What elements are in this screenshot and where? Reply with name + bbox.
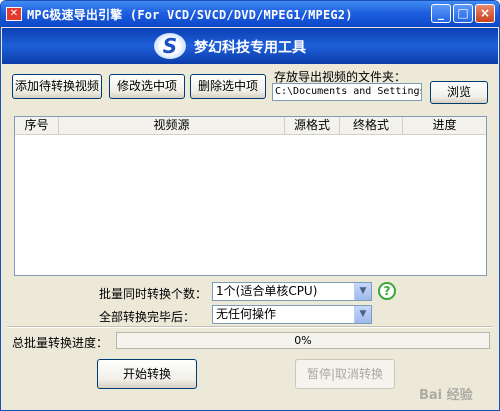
edit-selected-button[interactable]: 修改选中项	[109, 74, 185, 99]
concurrent-count-label: 批量同时转换个数：	[99, 287, 208, 301]
main-window: ✕ MPG极速导出引擎 (For VCD/SVCD/DVD/MPEG1/MPEG…	[0, 0, 500, 411]
s-logo-icon: S	[154, 33, 186, 59]
total-progress-label: 总批量转换进度：	[12, 336, 109, 350]
divider	[7, 326, 493, 328]
total-progress-bar: 0%	[116, 332, 490, 349]
minimize-button[interactable]: _	[431, 4, 451, 23]
concurrent-count-value: 1个(适合单核CPU)	[216, 284, 318, 298]
app-icon[interactable]: ✕	[6, 7, 22, 21]
window-title: MPG极速导出引擎 (For VCD/SVCD/DVD/MPEG1/MPEG2)	[27, 8, 353, 22]
help-icon[interactable]: ?	[378, 282, 396, 300]
delete-selected-button[interactable]: 删除选中项	[190, 74, 266, 99]
banner: S 梦幻科技专用工具	[2, 28, 498, 64]
start-convert-button[interactable]: 开始转换	[97, 359, 197, 389]
banner-text: 梦幻科技专用工具	[194, 40, 306, 56]
browse-button[interactable]: 浏览	[430, 81, 488, 104]
chevron-down-icon[interactable]: ▼	[354, 306, 371, 323]
after-complete-value: 无任何操作	[216, 307, 277, 321]
video-list[interactable]: 序号 视频源 源格式 终格式 进度	[14, 116, 487, 276]
watermark: Bai 经验	[419, 388, 473, 403]
after-complete-label: 全部转换完毕后：	[99, 310, 196, 324]
close-button[interactable]: ×	[475, 4, 495, 23]
output-folder-field[interactable]: C:\Documents and Settings	[272, 83, 422, 101]
chevron-down-icon[interactable]: ▼	[354, 283, 371, 300]
column-header-index[interactable]: 序号	[15, 117, 59, 134]
pause-cancel-button[interactable]: 暂停|取消转换	[295, 359, 395, 389]
title-bar[interactable]: ✕ MPG极速导出引擎 (For VCD/SVCD/DVD/MPEG1/MPEG…	[1, 1, 499, 27]
add-video-button[interactable]: 添加待转换视频	[12, 74, 102, 99]
column-header-source[interactable]: 视频源	[59, 117, 285, 134]
progress-percent: 0%	[294, 334, 312, 347]
concurrent-count-select[interactable]: 1个(适合单核CPU) ▼	[212, 282, 372, 301]
column-header-target-format[interactable]: 终格式	[340, 117, 403, 134]
list-header: 序号 视频源 源格式 终格式 进度	[15, 117, 486, 135]
after-complete-select[interactable]: 无任何操作 ▼	[212, 305, 372, 324]
column-header-source-format[interactable]: 源格式	[285, 117, 340, 134]
column-header-progress[interactable]: 进度	[403, 117, 486, 134]
maximize-button[interactable]: □	[453, 4, 473, 23]
